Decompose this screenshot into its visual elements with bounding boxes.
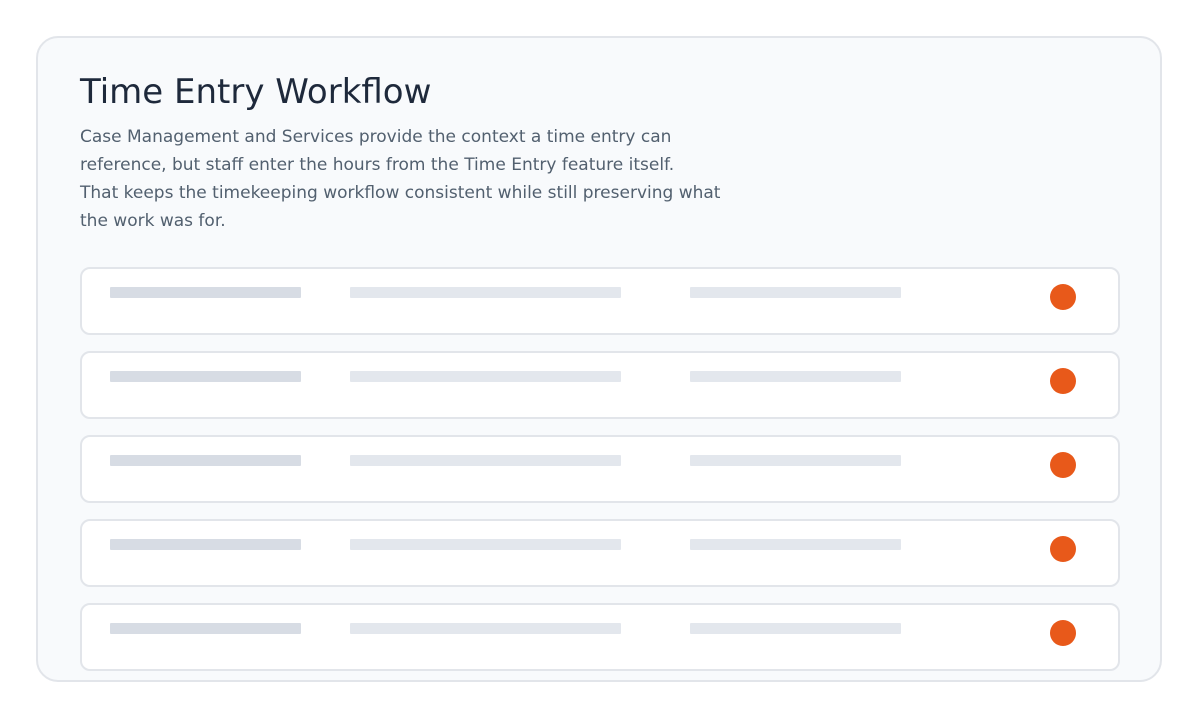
status-dot-icon bbox=[1050, 452, 1076, 478]
workflow-card: Time Entry Workflow Case Management and … bbox=[36, 36, 1162, 682]
status-dot-icon bbox=[1050, 620, 1076, 646]
placeholder-text-bar bbox=[690, 623, 901, 634]
placeholder-text-bar bbox=[110, 287, 301, 298]
placeholder-text-bar bbox=[110, 455, 301, 466]
description-line: That keeps the timekeeping workflow cons… bbox=[80, 183, 721, 203]
placeholder-text-bar bbox=[350, 539, 621, 550]
placeholder-text-bar bbox=[690, 371, 901, 382]
placeholder-text-bar bbox=[110, 371, 301, 382]
status-dot-icon bbox=[1050, 284, 1076, 310]
placeholder-text-bar bbox=[350, 371, 621, 382]
placeholder-text-bar bbox=[690, 287, 901, 298]
description-line: reference, but staff enter the hours fro… bbox=[80, 155, 675, 175]
list-item[interactable] bbox=[80, 267, 1120, 335]
status-dot-icon bbox=[1050, 368, 1076, 394]
description-line: the work was for. bbox=[80, 211, 226, 231]
placeholder-text-bar bbox=[690, 455, 901, 466]
placeholder-text-bar bbox=[350, 455, 621, 466]
list-item[interactable] bbox=[80, 519, 1120, 587]
placeholder-text-bar bbox=[350, 287, 621, 298]
list-item[interactable] bbox=[80, 603, 1120, 671]
status-dot-icon bbox=[1050, 536, 1076, 562]
list-item[interactable] bbox=[80, 351, 1120, 419]
workflow-description: Case Management and Services provide the… bbox=[80, 123, 780, 235]
description-line: Case Management and Services provide the… bbox=[80, 127, 672, 147]
placeholder-text-bar bbox=[110, 623, 301, 634]
list-item[interactable] bbox=[80, 435, 1120, 503]
page-title: Time Entry Workflow bbox=[80, 72, 432, 112]
placeholder-text-bar bbox=[690, 539, 901, 550]
time-entry-list bbox=[80, 267, 1122, 687]
placeholder-text-bar bbox=[350, 623, 621, 634]
placeholder-text-bar bbox=[110, 539, 301, 550]
